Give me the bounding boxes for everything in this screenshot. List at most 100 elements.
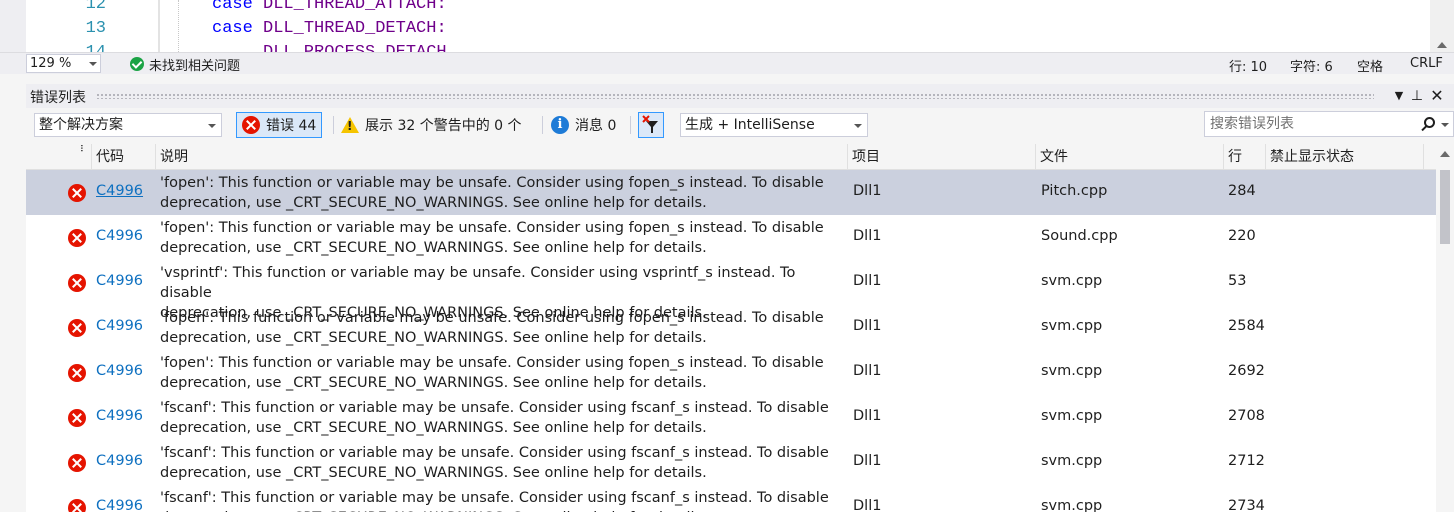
issues-indicator[interactable]: 未找到相关问题 (130, 55, 241, 74)
code-line[interactable]: case DLL_THREAD_DETACH: (212, 19, 447, 38)
error-list-scrollbar[interactable] (1436, 144, 1454, 512)
error-description: 'fopen': This function or variable may b… (160, 175, 824, 211)
code-line[interactable]: DLL_PROCESS_DETACH (263, 43, 447, 52)
table-header: ⠇ 代码 说明 项目 文件 行 禁止显示状态 (26, 144, 1436, 170)
header-line[interactable]: 行 (1224, 144, 1266, 170)
table-row[interactable]: C4996 'fopen': This function or variable… (26, 170, 1436, 215)
error-line: 53 (1228, 273, 1247, 289)
search-icon[interactable] (1424, 117, 1435, 128)
scope-dropdown[interactable]: 整个解决方案 (34, 113, 222, 137)
scrollbar-thumb[interactable] (1440, 170, 1450, 244)
error-project: Dll1 (853, 183, 882, 199)
scope-value: 整个解决方案 (39, 117, 123, 133)
error-description: 'fopen': This function or variable may b… (160, 310, 824, 346)
error-code-link[interactable]: C4996 (96, 498, 143, 512)
error-icon (68, 184, 86, 206)
toolbar-separator (333, 116, 334, 134)
chevron-down-icon (208, 124, 216, 128)
error-project: Dll1 (853, 228, 882, 244)
error-code-link[interactable]: C4996 (96, 318, 143, 334)
error-description: 'fscanf': This function or variable may … (160, 400, 829, 436)
check-circle-icon (130, 57, 144, 71)
errors-label: 错误 44 (266, 118, 317, 134)
errors-filter-button[interactable]: 错误 44 (236, 112, 323, 138)
error-code-link[interactable]: C4996 (96, 453, 143, 469)
error-file: svm.cpp (1041, 318, 1103, 334)
error-file: Sound.cpp (1041, 228, 1118, 244)
macro: DLL_THREAD_DETACH: (263, 19, 447, 38)
table-row[interactable]: C4996 'fscanf': This function or variabl… (26, 395, 1436, 440)
header-file[interactable]: 文件 (1036, 144, 1224, 170)
search-input[interactable]: 搜索错误列表 (1204, 111, 1454, 137)
line-number-margin: 12 13 14 (26, 0, 156, 52)
error-file: Pitch.cpp (1041, 183, 1108, 199)
close-icon[interactable]: ✕ (1428, 87, 1446, 105)
issues-text: 未找到相关问题 (149, 58, 241, 74)
char-indicator[interactable]: 字符: 6 (1290, 56, 1333, 75)
zoom-dropdown[interactable]: 129 % (26, 54, 101, 73)
header-sort-column[interactable]: ⠇ (26, 144, 92, 170)
error-line: 2708 (1228, 408, 1265, 424)
error-icon (68, 364, 86, 386)
header-project[interactable]: 项目 (848, 144, 1036, 170)
error-icon (68, 499, 86, 512)
line-indicator[interactable]: 行: 10 (1229, 56, 1267, 75)
eol-indicator[interactable]: CRLF (1410, 56, 1443, 71)
chevron-down-icon (854, 124, 862, 128)
warnings-filter-button[interactable]: 展示 32 个警告中的 0 个 (336, 112, 527, 138)
code-line[interactable]: case DLL_THREAD_ATTACH: (212, 0, 447, 14)
messages-filter-button[interactable]: i 消息 0 (546, 112, 621, 138)
error-table: ⠇ 代码 说明 项目 文件 行 禁止显示状态 C4996 'fopen': Th… (26, 144, 1436, 512)
outlining-margin (158, 0, 160, 52)
error-code-link[interactable]: C4996 (96, 183, 143, 199)
pin-icon[interactable]: ⊥ (1408, 87, 1426, 105)
error-code-link[interactable]: C4996 (96, 363, 143, 379)
error-file: svm.cpp (1041, 498, 1103, 512)
table-row[interactable]: C4996 'fscanf': This function or variabl… (26, 485, 1436, 512)
header-code[interactable]: 代码 (92, 144, 156, 170)
error-code-link[interactable]: C4996 (96, 273, 143, 289)
whitespace-indicator[interactable]: 空格 (1357, 56, 1383, 75)
window-options-icon[interactable]: ▼ (1390, 87, 1408, 105)
header-description[interactable]: 说明 (156, 144, 848, 170)
error-code-link[interactable]: C4996 (96, 228, 143, 244)
messages-label: 消息 0 (575, 118, 617, 134)
error-description: 'fscanf': This function or variable may … (160, 490, 829, 512)
error-description: 'fopen': This function or variable may b… (160, 355, 824, 391)
search-placeholder: 搜索错误列表 (1210, 116, 1294, 132)
table-row[interactable]: C4996 'fopen': This function or variable… (26, 350, 1436, 395)
error-file: svm.cpp (1041, 453, 1103, 469)
error-code-link[interactable]: C4996 (96, 408, 143, 424)
build-source-dropdown[interactable]: 生成 + IntelliSense (680, 113, 868, 137)
table-row[interactable]: C4996 'fopen': This function or variable… (26, 305, 1436, 350)
toolbar-separator (630, 116, 631, 134)
error-project: Dll1 (853, 363, 882, 379)
scroll-up-arrow-icon[interactable] (1437, 42, 1447, 48)
chevron-down-icon[interactable] (1441, 123, 1449, 127)
warning-icon (341, 117, 359, 133)
error-list-titlebar[interactable]: 错误列表 ▼ ⊥ ✕ (26, 84, 1454, 108)
scroll-up-arrow-icon[interactable] (1440, 151, 1450, 157)
keyword: case (212, 19, 253, 38)
table-row[interactable]: C4996 'vsprintf': This function or varia… (26, 260, 1436, 321)
error-icon (68, 409, 86, 431)
error-icon (68, 319, 86, 341)
error-icon (68, 454, 86, 476)
error-project: Dll1 (853, 498, 882, 512)
table-row[interactable]: C4996 'fopen': This function or variable… (26, 215, 1436, 260)
sort-indicator-icon: ⠇ (80, 145, 87, 155)
error-project: Dll1 (853, 273, 882, 289)
window-title: 错误列表 (30, 90, 86, 106)
error-project: Dll1 (853, 318, 882, 334)
error-project: Dll1 (853, 453, 882, 469)
keyword: case (212, 0, 253, 14)
titlebar-grip[interactable] (96, 93, 1374, 99)
error-list-toolbar: 整个解决方案 错误 44 展示 32 个警告中的 0 个 i 消息 0 生成 +… (26, 110, 1454, 140)
macro: DLL_THREAD_ATTACH: (263, 0, 447, 14)
editor-scrollbar[interactable] (1430, 0, 1454, 52)
header-suppression-state[interactable]: 禁止显示状态 (1266, 144, 1424, 170)
code-editor[interactable]: 12 13 14 case DLL_THREAD_ATTACH: case DL… (0, 0, 1454, 52)
filter-button[interactable] (638, 112, 664, 138)
table-row[interactable]: C4996 'fscanf': This function or variabl… (26, 440, 1436, 485)
error-list-window: 错误列表 ▼ ⊥ ✕ 整个解决方案 错误 44 展示 32 个警告中的 0 个 … (26, 84, 1454, 512)
